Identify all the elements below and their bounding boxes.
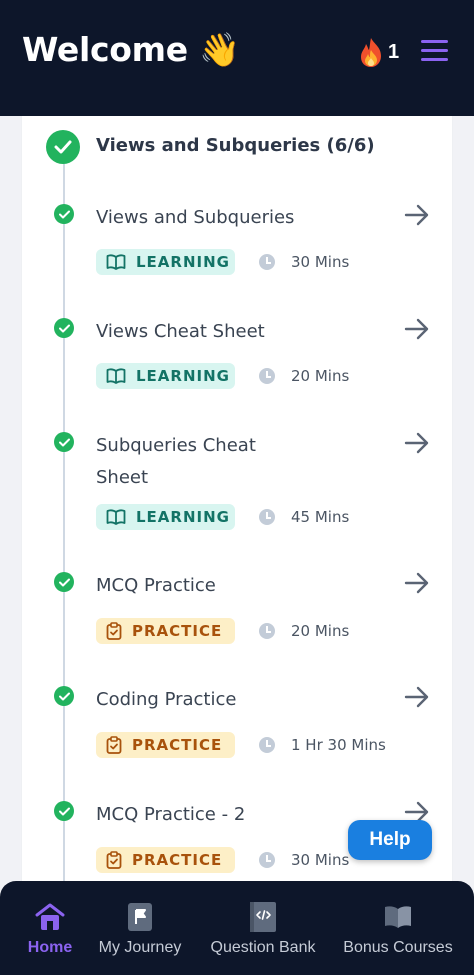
duration: 20 Mins [259, 618, 349, 644]
practice-badge: PRACTICE [96, 732, 235, 758]
badge-label: PRACTICE [132, 851, 223, 869]
nav-label: Question Bank [210, 939, 316, 956]
section-check-icon [46, 130, 80, 164]
arrow-right-icon[interactable] [404, 432, 430, 454]
nav-label: My Journey [98, 939, 182, 956]
item-title: Views Cheat Sheet [96, 321, 265, 342]
book-icon [106, 368, 126, 384]
clock-icon [259, 852, 275, 868]
welcome-title: Welcome 👋 [22, 30, 240, 70]
duration: 45 Mins [259, 504, 349, 530]
book-icon [106, 254, 126, 270]
app-header: Welcome 👋 1 [0, 0, 474, 116]
streak-count: 1 [388, 40, 400, 63]
code-book-icon [250, 902, 276, 932]
clipboard-icon [106, 851, 122, 869]
item-title: Subqueries Cheat Sheet [96, 435, 256, 488]
streak-indicator[interactable]: 1 [356, 36, 399, 68]
clipboard-icon [106, 736, 122, 754]
badge-label: LEARNING [136, 508, 230, 526]
badge-label: LEARNING [136, 367, 230, 385]
book-icon [106, 509, 126, 525]
fire-icon [361, 38, 381, 67]
duration: 30 Mins [259, 847, 349, 873]
clock-icon [259, 368, 275, 384]
arrow-right-icon[interactable] [404, 318, 430, 340]
clock-icon [259, 623, 275, 639]
duration-text: 30 Mins [291, 253, 350, 271]
item-title: Views and Subqueries [96, 207, 295, 228]
bottom-navigation: Home My Journey Question Bank Bonus Cour… [0, 881, 474, 975]
duration: 30 Mins [259, 249, 349, 275]
practice-badge: PRACTICE [96, 847, 235, 873]
clock-icon [259, 509, 275, 525]
badge-label: LEARNING [136, 253, 230, 271]
check-icon [54, 572, 74, 592]
item-title: MCQ Practice [96, 575, 216, 596]
nav-item-my-journey[interactable]: My Journey [92, 881, 188, 975]
welcome-text: Welcome [22, 30, 188, 69]
wave-emoji: 👋 [199, 30, 240, 69]
open-book-icon [385, 906, 411, 928]
nav-item-home[interactable]: Home [22, 881, 78, 975]
check-icon [54, 204, 74, 224]
check-icon [54, 432, 74, 452]
nav-label: Home [27, 939, 73, 956]
arrow-right-icon[interactable] [404, 572, 430, 594]
menu-bar [421, 49, 448, 52]
learning-badge: LEARNING [96, 504, 235, 530]
badge-label: PRACTICE [132, 622, 223, 640]
clock-icon [259, 254, 275, 270]
timeline-line [63, 160, 65, 896]
item-title: Coding Practice [96, 689, 237, 710]
check-icon [54, 686, 74, 706]
arrow-right-icon[interactable] [404, 204, 430, 226]
flag-icon [128, 903, 152, 931]
badge-label: PRACTICE [132, 736, 223, 754]
clipboard-icon [106, 622, 122, 640]
nav-item-bonus-courses[interactable]: Bonus Courses [338, 881, 458, 975]
learning-badge: LEARNING [96, 363, 235, 389]
duration-text: 1 Hr 30 Mins [291, 736, 386, 754]
check-icon [54, 318, 74, 338]
nav-label: Bonus Courses [343, 939, 453, 956]
duration-text: 20 Mins [291, 367, 350, 385]
clock-icon [259, 737, 275, 753]
home-icon [35, 903, 65, 930]
help-button[interactable]: Help [348, 820, 432, 860]
practice-badge: PRACTICE [96, 618, 235, 644]
menu-button[interactable] [420, 38, 450, 64]
arrow-right-icon[interactable] [404, 686, 430, 708]
duration-text: 30 Mins [291, 851, 350, 869]
module-card: Views and Subqueries (6/6) Views and Sub… [21, 116, 453, 896]
duration: 20 Mins [259, 363, 349, 389]
menu-bar [421, 58, 448, 61]
check-icon [54, 801, 74, 821]
nav-item-question-bank[interactable]: Question Bank [204, 881, 322, 975]
learning-badge: LEARNING [96, 249, 235, 275]
section-title[interactable]: Views and Subqueries (6/6) [96, 135, 375, 156]
item-title: MCQ Practice - 2 [96, 804, 246, 825]
duration-text: 45 Mins [291, 508, 350, 526]
hamburger-menu-icon [421, 40, 448, 43]
duration: 1 Hr 30 Mins [259, 732, 386, 758]
duration-text: 20 Mins [291, 622, 350, 640]
